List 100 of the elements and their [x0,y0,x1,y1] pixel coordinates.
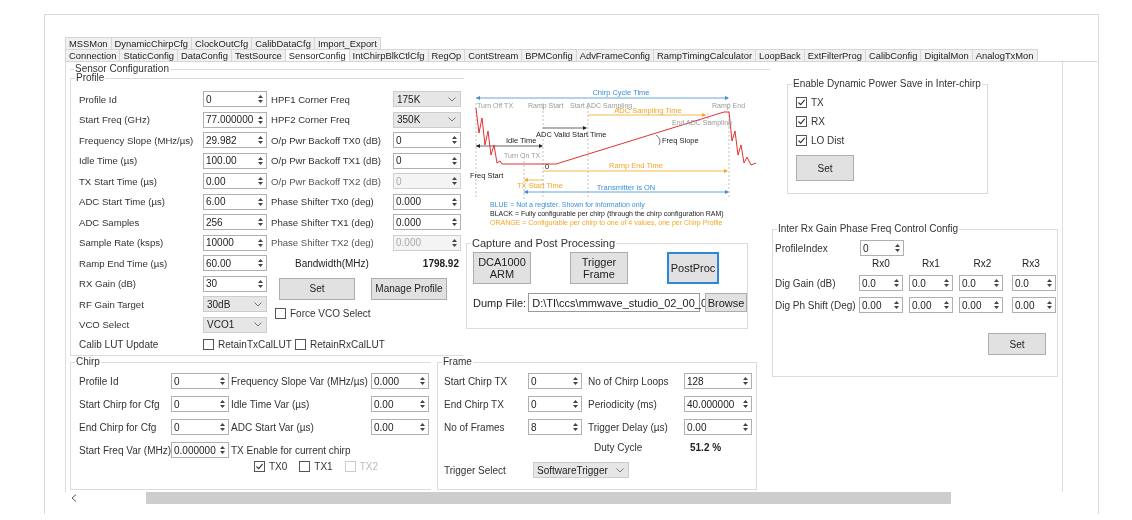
spinner-icon[interactable] [942,299,951,311]
number-field[interactable]: 0.0 [909,275,953,291]
tab[interactable]: AdvFrameConfig [576,49,655,61]
number-field[interactable]: 40.000000 [684,396,752,412]
number-field[interactable]: 77.000000 [203,111,267,128]
spinner-icon[interactable] [256,113,265,126]
spinner-icon[interactable] [571,398,580,410]
spinner-icon[interactable] [256,236,265,249]
number-field[interactable]: 0 [393,152,461,169]
tab[interactable]: DynamicChirpCfg [111,37,193,49]
spinner-icon[interactable] [256,93,265,106]
tab[interactable]: AnalogTxMon [972,49,1038,61]
number-field[interactable]: 60.00 [203,255,267,272]
tab[interactable]: MSSMon [65,37,112,49]
spinner-icon[interactable] [741,421,750,433]
checkbox[interactable]: RetainRxCalLUT [294,338,385,350]
spinner-icon[interactable] [256,154,265,167]
spinner-icon[interactable] [741,375,750,387]
number-field[interactable]: 0.00 [371,419,429,435]
scrollbar-thumb[interactable] [146,492,951,504]
number-field[interactable]: 0 [393,132,461,149]
button[interactable]: Set [279,277,355,300]
number-field[interactable]: 0.000 [393,193,461,210]
tab[interactable]: RampTimingCalculator [654,49,757,61]
tab[interactable]: SensorConfig [285,49,350,61]
number-field[interactable]: 0 [171,373,229,389]
dropdown[interactable]: 30dB [203,296,267,313]
spinner-icon[interactable] [218,444,227,456]
number-field[interactable]: 0.00 [959,297,1003,313]
number-field[interactable]: 0.000000 [171,442,229,458]
tab[interactable]: Import_Export [314,37,381,49]
spinner-icon[interactable] [218,375,227,387]
scroll-left-icon[interactable] [71,494,77,502]
checkbox[interactable]: Force VCO Select [275,308,371,320]
checkbox[interactable]: TX0 [254,461,288,472]
spinner-icon[interactable] [942,277,951,289]
spinner-icon[interactable] [450,195,459,208]
number-field[interactable]: 0 [171,396,229,412]
spinner-icon[interactable] [992,277,1001,289]
spinner-icon[interactable] [256,277,265,290]
tab[interactable]: ContStream [465,49,523,61]
spinner-icon[interactable] [418,421,427,433]
number-field[interactable]: 0.0 [959,275,1003,291]
button[interactable]: PostProc [667,252,719,284]
spinner-icon[interactable] [450,154,459,167]
dropdown[interactable]: SoftwareTrigger [533,462,629,478]
number-field[interactable]: 10000 [203,234,267,251]
button[interactable]: Trigger Frame [570,252,628,284]
number-field[interactable]: 0.0 [1012,275,1056,291]
tab[interactable]: CalibDataCfg [252,37,315,49]
number-field[interactable]: 0.00 [909,297,953,313]
tab[interactable]: BPMConfig [522,49,577,61]
number-field[interactable]: 0.000 [371,373,429,389]
tab[interactable]: ExtFilterProg [804,49,866,61]
spinner-icon[interactable] [450,216,459,229]
spinner-icon[interactable] [571,375,580,387]
number-field[interactable]: 6.00 [203,193,267,210]
dropdown[interactable]: VCO1 [203,316,267,333]
number-field[interactable]: 0.000 [393,214,461,231]
number-field[interactable]: 0.0 [859,275,903,291]
spinner-icon[interactable] [256,257,265,270]
number-field[interactable]: 128 [684,373,752,389]
spinner-icon[interactable] [218,421,227,433]
spinner-icon[interactable] [256,175,265,188]
tab[interactable]: DataConfig [178,49,232,61]
button[interactable]: DCA1000 ARM [473,252,531,284]
caret-icon[interactable] [448,117,456,123]
checkbox[interactable]: TX [796,97,824,108]
dropdown[interactable]: 175K [393,91,461,108]
tab[interactable]: RegOp [428,49,466,61]
checkbox[interactable]: RetainTxCalLUT [203,338,292,350]
number-field[interactable]: 0.00 [203,173,267,190]
caret-icon[interactable] [448,96,456,102]
tab[interactable]: StaticConfig [120,49,178,61]
spinner-icon[interactable] [992,299,1001,311]
tab[interactable]: TestSource [231,49,286,61]
number-field[interactable]: 30 [203,275,267,292]
checkbox[interactable]: LO Dist [796,135,845,146]
number-field[interactable]: 0 [528,373,582,389]
number-field[interactable]: 0.00 [1012,297,1056,313]
spinner-icon[interactable] [893,242,902,254]
number-field[interactable]: 0.00 [859,297,903,313]
spinner-icon[interactable] [218,398,227,410]
button[interactable]: Set [988,333,1046,355]
number-field[interactable]: 0.00 [371,396,429,412]
tab[interactable]: ClockOutCfg [192,37,253,49]
button[interactable]: Browse [705,293,747,312]
number-field[interactable]: 29.982 [203,132,267,149]
tab[interactable]: IntChirpBlkCtlCfg [349,49,429,61]
spinner-icon[interactable] [418,398,427,410]
spinner-icon[interactable] [256,216,265,229]
number-field[interactable]: 0 [860,240,904,256]
tab[interactable]: CalibConfig [865,49,922,61]
number-field[interactable]: 0 [528,396,582,412]
number-field[interactable]: 256 [203,214,267,231]
spinner-icon[interactable] [741,398,750,410]
spinner-icon[interactable] [1045,299,1054,311]
spinner-icon[interactable] [1045,277,1054,289]
spinner-icon[interactable] [571,421,580,433]
caret-icon[interactable] [616,467,624,473]
